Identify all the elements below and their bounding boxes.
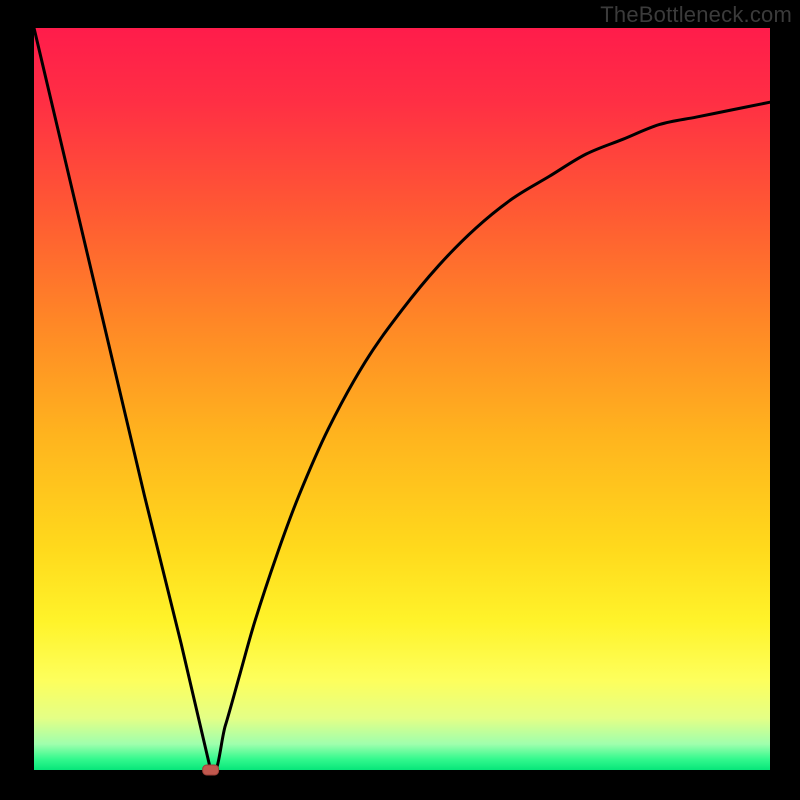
bottleneck-chart — [0, 0, 800, 800]
optimum-marker-icon — [203, 765, 219, 775]
watermark-text: TheBottleneck.com — [600, 2, 792, 28]
chart-frame: TheBottleneck.com — [0, 0, 800, 800]
plot-background — [34, 28, 770, 770]
